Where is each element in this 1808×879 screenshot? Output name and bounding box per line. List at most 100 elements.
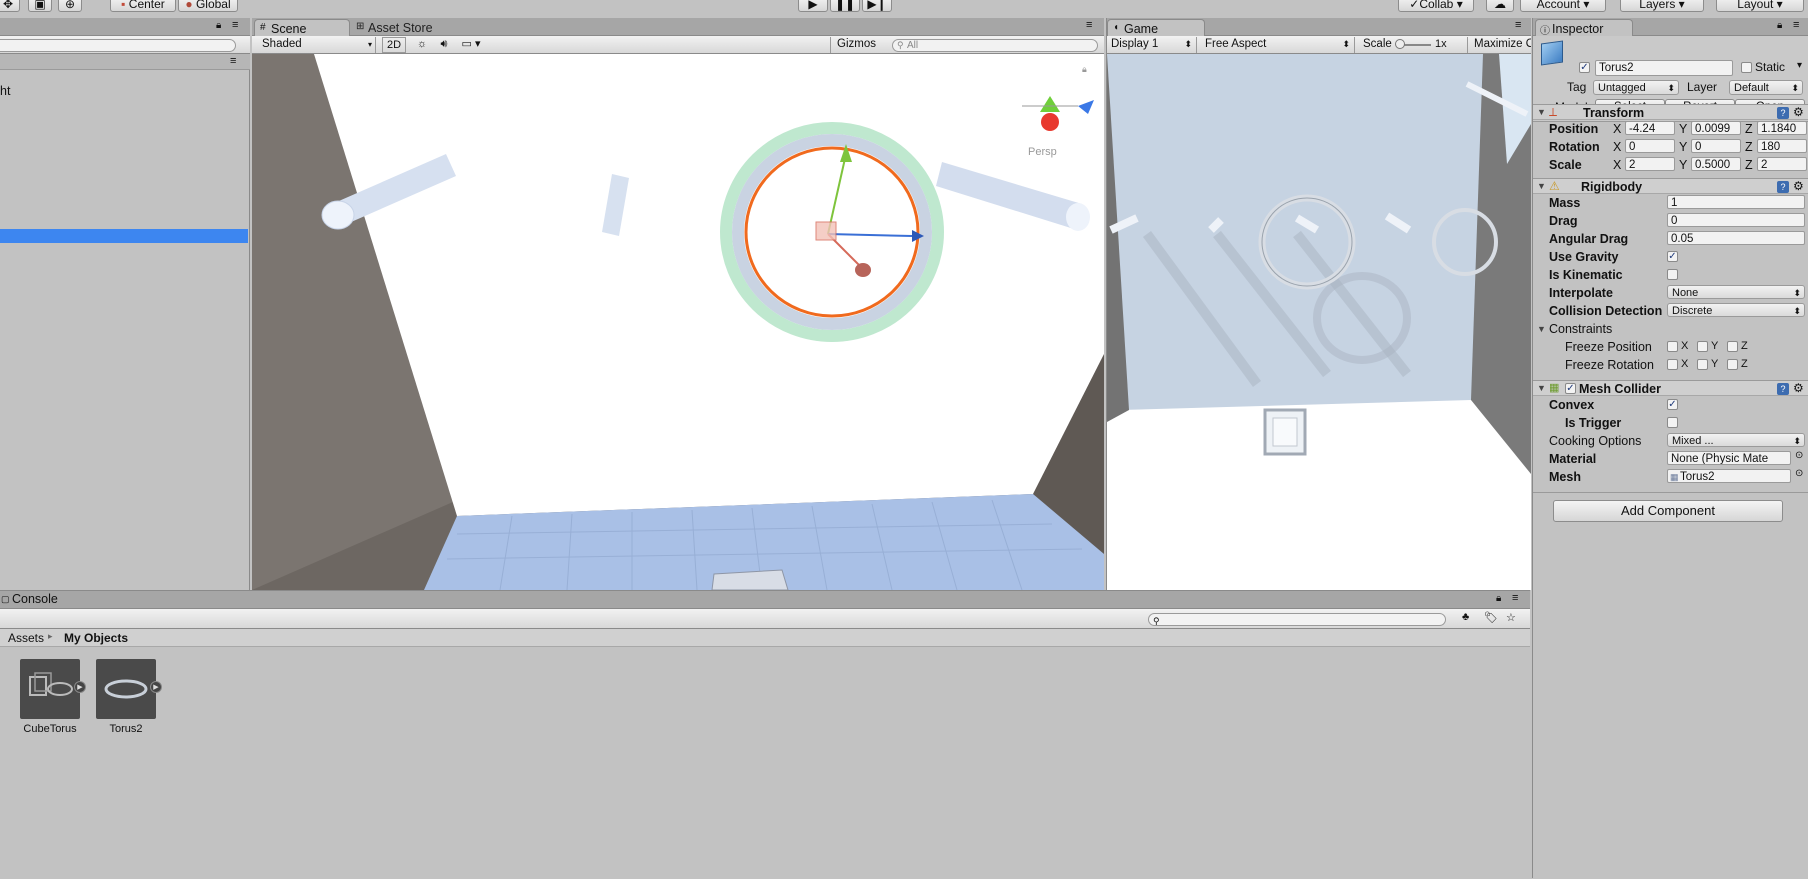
- play-preview-icon[interactable]: ▶: [150, 681, 162, 693]
- asset-item[interactable]: ▶ CubeTorus: [20, 659, 86, 739]
- angular-drag-field[interactable]: 0.05: [1667, 231, 1805, 245]
- foldout-arrow-icon[interactable]: ▼: [1537, 107, 1546, 117]
- use-gravity-checkbox[interactable]: ✓: [1667, 251, 1678, 262]
- static-checkbox[interactable]: [1741, 62, 1752, 73]
- is-kinematic-checkbox[interactable]: [1667, 269, 1678, 280]
- lock-icon[interactable]: 🔒︎: [1777, 20, 1782, 31]
- lighting-toggle[interactable]: ☼: [412, 37, 432, 53]
- tab-game[interactable]: ◖ Game: [1107, 19, 1205, 36]
- scale-slider-thumb[interactable]: [1395, 39, 1405, 49]
- scene-menu-icon[interactable]: ≡: [230, 55, 236, 67]
- play-button[interactable]: ▶: [798, 0, 828, 12]
- rotation-z-field[interactable]: 180: [1757, 139, 1807, 153]
- pause-button[interactable]: ❚❚: [830, 0, 860, 12]
- layer-dropdown[interactable]: Default: [1729, 80, 1803, 95]
- mass-field[interactable]: 1: [1667, 195, 1805, 209]
- scale-z-field[interactable]: 2: [1757, 157, 1807, 171]
- drag-field[interactable]: 0: [1667, 213, 1805, 227]
- freeze-rot-z-checkbox[interactable]: [1727, 359, 1738, 370]
- lock-icon[interactable]: 🔒︎: [1082, 64, 1087, 74]
- object-name-input[interactable]: Torus2: [1595, 60, 1733, 76]
- breadcrumb-assets[interactable]: Assets: [8, 631, 44, 645]
- play-preview-icon[interactable]: ▶: [74, 681, 86, 693]
- panel-menu-icon[interactable]: ≡: [232, 19, 238, 31]
- pivot-toggle-button[interactable]: ▪ Center: [110, 0, 176, 12]
- project-search-input[interactable]: ⚲: [1148, 613, 1446, 626]
- gear-icon[interactable]: ⚙: [1793, 105, 1804, 119]
- tag-dropdown[interactable]: Untagged: [1593, 80, 1679, 95]
- gear-icon[interactable]: ⚙: [1793, 381, 1804, 395]
- mesh-collider-header[interactable]: ▼ ▦ ✓ Mesh Collider ? ⚙: [1533, 380, 1808, 396]
- tab-console[interactable]: ▢ Console: [0, 592, 96, 609]
- freeze-pos-x-checkbox[interactable]: [1667, 341, 1678, 352]
- freeze-pos-z-checkbox[interactable]: [1727, 341, 1738, 352]
- rigidbody-header[interactable]: ▼ ⚠ Rigidbody ? ⚙: [1533, 178, 1808, 194]
- layers-dropdown[interactable]: Layers ▾: [1620, 0, 1704, 12]
- interpolate-dropdown[interactable]: None: [1667, 285, 1805, 299]
- panel-menu-icon[interactable]: ≡: [1515, 19, 1521, 31]
- scene-viewport[interactable]: Persp 🔒︎: [252, 54, 1104, 590]
- favorite-star-icon[interactable]: ☆: [1506, 611, 1516, 624]
- foldout-arrow-icon[interactable]: ▼: [1537, 181, 1546, 191]
- panel-menu-icon[interactable]: ≡: [1793, 19, 1799, 31]
- hierarchy-item-light[interactable]: ht: [0, 84, 10, 98]
- asset-item[interactable]: ▶ Torus2: [96, 659, 162, 739]
- convex-checkbox[interactable]: ✓: [1667, 399, 1678, 410]
- constraints-foldout-icon[interactable]: ▼: [1537, 324, 1546, 334]
- step-button[interactable]: ▶❙: [862, 0, 892, 12]
- cooking-options-dropdown[interactable]: Mixed ...: [1667, 433, 1805, 447]
- scene-search-input[interactable]: ⚲ All: [892, 39, 1098, 52]
- persp-label[interactable]: Persp: [1028, 146, 1057, 158]
- filter-label-icon[interactable]: 🏷︎: [1484, 611, 1498, 624]
- hierarchy-item-selected[interactable]: [0, 229, 248, 243]
- mesh-collider-enabled-checkbox[interactable]: ✓: [1565, 383, 1576, 394]
- freeze-rot-y-checkbox[interactable]: [1697, 359, 1708, 370]
- hierarchy-search-input[interactable]: [0, 39, 236, 52]
- transform-header[interactable]: ▼ ⟂ Transform ? ⚙: [1533, 104, 1808, 120]
- audio-toggle[interactable]: 🔊︎: [434, 37, 454, 53]
- maximize-toggle[interactable]: Maximize O: [1467, 37, 1531, 53]
- rotation-y-field[interactable]: 0: [1691, 139, 1741, 153]
- transform-tool-button[interactable]: ⊕: [58, 0, 82, 12]
- shading-mode-dropdown[interactable]: Shaded ▾: [252, 37, 376, 53]
- freeze-rot-x-checkbox[interactable]: [1667, 359, 1678, 370]
- help-icon[interactable]: ?: [1777, 107, 1789, 119]
- gizmos-dropdown[interactable]: Gizmos ▾: [830, 37, 884, 65]
- active-checkbox[interactable]: ✓: [1579, 62, 1590, 73]
- collab-dropdown[interactable]: ✓Collab ▾: [1398, 0, 1474, 12]
- constraints-label[interactable]: Constraints: [1549, 322, 1612, 336]
- display-dropdown[interactable]: Display 1 ⬍: [1111, 37, 1197, 53]
- mesh-field[interactable]: ▦ Torus2: [1667, 469, 1791, 483]
- position-y-field[interactable]: 0.0099: [1691, 121, 1741, 135]
- object-picker-icon[interactable]: ⊙: [1795, 450, 1803, 461]
- foldout-arrow-icon[interactable]: ▼: [1537, 383, 1546, 393]
- is-trigger-checkbox[interactable]: [1667, 417, 1678, 428]
- help-icon[interactable]: ?: [1777, 383, 1789, 395]
- aspect-dropdown[interactable]: Free Aspect ⬍: [1201, 37, 1355, 53]
- lock-icon[interactable]: 🔒︎: [1496, 593, 1501, 604]
- rect-tool-button[interactable]: ▣: [28, 0, 52, 12]
- material-field[interactable]: None (Physic Mate: [1667, 451, 1791, 465]
- static-dropdown-arrow[interactable]: ▾: [1797, 60, 1802, 71]
- account-dropdown[interactable]: Account ▾: [1520, 0, 1606, 12]
- panel-menu-icon[interactable]: ≡: [1086, 19, 1092, 31]
- tab-inspector[interactable]: ⓘ Inspector: [1535, 19, 1633, 37]
- position-x-field[interactable]: -4.24: [1625, 121, 1675, 135]
- space-toggle-button[interactable]: ● Global: [178, 0, 238, 12]
- 2d-toggle[interactable]: 2D: [382, 37, 406, 53]
- tab-scene[interactable]: # Scene: [254, 19, 350, 36]
- move-tool-button[interactable]: ✥: [0, 0, 20, 12]
- rotation-x-field[interactable]: 0: [1625, 139, 1675, 153]
- gear-icon[interactable]: ⚙: [1793, 179, 1804, 193]
- add-component-button[interactable]: Add Component: [1553, 500, 1783, 522]
- object-picker-icon[interactable]: ⊙: [1795, 468, 1803, 479]
- help-icon[interactable]: ?: [1777, 181, 1789, 193]
- filter-type-icon[interactable]: ♣: [1462, 611, 1469, 623]
- panel-menu-icon[interactable]: ≡: [1512, 592, 1518, 604]
- effects-dropdown[interactable]: ▭ ▾: [458, 37, 484, 53]
- collision-detection-dropdown[interactable]: Discrete: [1667, 303, 1805, 317]
- scale-slider[interactable]: [1395, 39, 1431, 49]
- layout-dropdown[interactable]: Layout ▾: [1716, 0, 1804, 12]
- breadcrumb-current[interactable]: My Objects: [64, 631, 128, 645]
- scale-x-field[interactable]: 2: [1625, 157, 1675, 171]
